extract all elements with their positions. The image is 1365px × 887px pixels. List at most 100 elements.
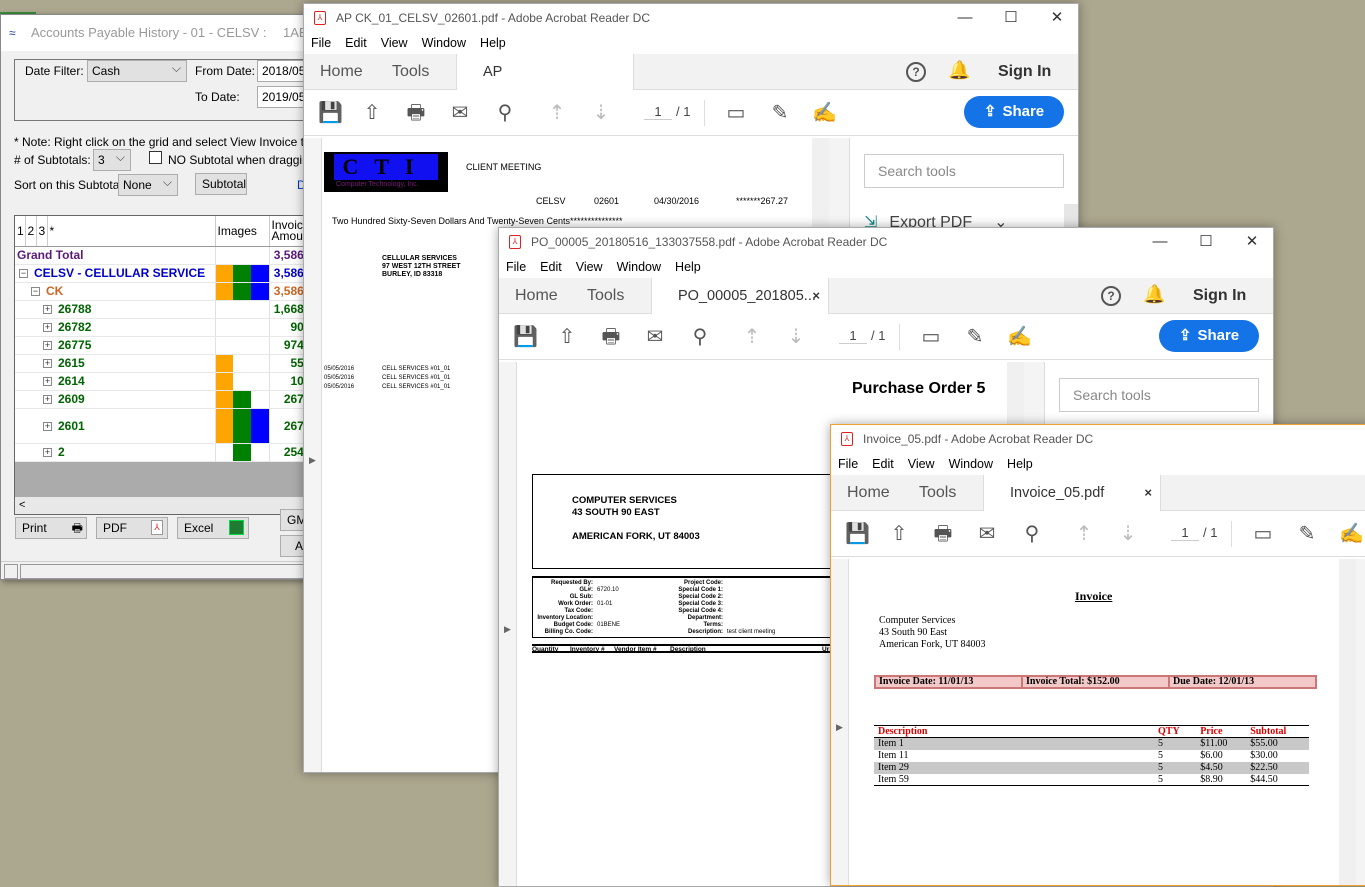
expand-icon[interactable]: +	[43, 305, 52, 315]
table-row[interactable]: +26775974.64	[15, 336, 312, 355]
green-image-indicator[interactable]	[233, 408, 251, 442]
orange-image-indicator[interactable]	[216, 301, 234, 318]
page-number-input[interactable]: 1	[1171, 525, 1199, 541]
highlight-pen-icon[interactable]: ✎	[963, 326, 987, 348]
orange-image-indicator[interactable]	[215, 264, 234, 281]
previous-page-icon[interactable]: ⇡	[545, 102, 569, 124]
orange-image-indicator[interactable]	[215, 354, 234, 371]
menu-edit[interactable]: Edit	[872, 457, 894, 471]
images-cell[interactable]	[215, 264, 270, 283]
images-cell[interactable]	[215, 246, 270, 265]
close-button[interactable]: ✕	[1229, 228, 1273, 256]
minimize-button[interactable]: —	[1137, 228, 1183, 256]
page-number-input[interactable]: 1	[839, 328, 867, 344]
green-image-indicator[interactable]	[233, 282, 251, 299]
table-row[interactable]: +2609267.27	[15, 390, 312, 409]
left-panel-toggle[interactable]: ▶	[304, 138, 322, 772]
left-panel-toggle[interactable]: ▶	[831, 559, 849, 885]
save-icon[interactable]: 💾	[513, 326, 538, 348]
images-cell[interactable]	[215, 300, 270, 319]
menu-view[interactable]: View	[908, 457, 935, 471]
date-filter-select[interactable]: Cash	[87, 58, 187, 82]
blue-image-indicator[interactable]	[251, 319, 268, 336]
images-cell[interactable]	[215, 443, 270, 462]
history-grid[interactable]: 1 2 3 * Images Invoice Amount Grand Tota…	[14, 215, 313, 515]
zoom-search-icon[interactable]: ⚲	[688, 326, 712, 348]
green-image-indicator[interactable]	[233, 355, 251, 372]
tab-tools[interactable]: Tools	[392, 54, 429, 90]
close-tab-icon[interactable]: ×	[812, 278, 820, 314]
tab-document[interactable]: PO_00005_201805... ×	[651, 278, 829, 315]
upload-cloud-icon[interactable]: ⇧	[360, 102, 384, 124]
blue-image-indicator[interactable]	[250, 282, 269, 299]
title-bar[interactable]: ⅄ PO_00005_20180516_133037558.pdf - Adobe…	[499, 228, 1273, 256]
tab-document[interactable]: AP CK_01_CELSV_0...×	[456, 54, 634, 116]
email-icon[interactable]: ✉	[643, 326, 667, 348]
sign-in-button[interactable]: Sign In	[1193, 278, 1246, 314]
blue-image-indicator[interactable]	[251, 301, 268, 318]
green-image-indicator[interactable]	[233, 373, 251, 390]
horizontal-scrollbar[interactable]: <	[15, 497, 312, 514]
pdf-button[interactable]: PDF ⅄	[96, 517, 168, 539]
menu-window[interactable]: Window	[617, 260, 661, 274]
images-cell[interactable]	[215, 282, 270, 301]
orange-image-indicator[interactable]	[216, 319, 234, 336]
close-tab-icon[interactable]: ×	[1144, 475, 1152, 511]
collapse-icon[interactable]: −	[31, 287, 40, 297]
menu-view[interactable]: View	[381, 36, 408, 50]
orange-image-indicator[interactable]	[216, 247, 234, 264]
save-icon[interactable]: 💾	[318, 102, 343, 124]
green-image-indicator[interactable]	[233, 390, 251, 407]
help-icon[interactable]: ?	[906, 62, 926, 82]
orange-image-indicator[interactable]	[215, 408, 234, 442]
search-tools-input[interactable]: Search tools	[1059, 378, 1259, 412]
sign-icon[interactable]: ✍	[812, 102, 837, 124]
tab-document[interactable]: Invoice_05.pdf ×	[983, 475, 1161, 512]
zoom-search-icon[interactable]: ⚲	[493, 102, 517, 124]
expand-icon[interactable]: +	[43, 395, 52, 405]
menu-window[interactable]: Window	[949, 457, 993, 471]
expand-panel-icon[interactable]: ▶	[309, 455, 316, 466]
table-row[interactable]: +261555.00	[15, 354, 312, 373]
blue-image-indicator[interactable]	[251, 373, 268, 390]
search-tools-input[interactable]: Search tools	[864, 154, 1064, 188]
green-image-indicator[interactable]	[233, 337, 251, 354]
close-button[interactable]: ✕	[1034, 4, 1078, 32]
menu-view[interactable]: View	[576, 260, 603, 274]
sign-icon[interactable]: ✍	[1339, 523, 1364, 545]
notifications-bell-icon[interactable]: 🔔	[1143, 284, 1165, 305]
sort-select[interactable]: None	[118, 172, 178, 196]
minimize-button[interactable]: —	[942, 4, 988, 32]
table-row[interactable]: +2678290.00	[15, 318, 312, 337]
expand-icon[interactable]: +	[43, 421, 52, 431]
tab-tools[interactable]: Tools	[587, 278, 624, 314]
title-bar[interactable]: ⅄ Invoice_05.pdf - Adobe Acrobat Reader D…	[831, 425, 1365, 453]
previous-page-icon[interactable]: ⇡	[1072, 523, 1096, 545]
col-images[interactable]: Images	[215, 216, 270, 247]
images-cell[interactable]	[215, 354, 270, 373]
maximize-button[interactable]: ☐	[988, 4, 1034, 32]
expand-icon[interactable]: +	[43, 377, 52, 387]
menu-help[interactable]: Help	[675, 260, 701, 274]
blue-image-indicator[interactable]	[251, 355, 268, 372]
tab-home[interactable]: Home	[320, 54, 363, 90]
menu-file[interactable]: File	[838, 457, 858, 471]
images-cell[interactable]	[215, 390, 270, 409]
title-bar[interactable]: ≈ Accounts Payable History - 01 - CELSV …	[1, 15, 311, 51]
col-level-1[interactable]: 1	[15, 216, 26, 247]
expand-icon[interactable]: +	[43, 359, 52, 369]
share-button[interactable]: ⇪ Share	[964, 96, 1064, 128]
orange-image-indicator[interactable]	[215, 372, 234, 389]
help-icon[interactable]: ?	[1101, 286, 1121, 306]
tab-home[interactable]: Home	[847, 475, 890, 511]
green-image-indicator[interactable]	[233, 319, 251, 336]
sign-icon[interactable]: ✍	[1007, 326, 1032, 348]
images-cell[interactable]	[215, 372, 270, 391]
menu-file[interactable]: File	[311, 36, 331, 50]
table-row[interactable]: −CK3,586.18	[15, 282, 312, 301]
highlight-pen-icon[interactable]: ✎	[1295, 523, 1319, 545]
zoom-search-icon[interactable]: ⚲	[1020, 523, 1044, 545]
col-level-2[interactable]: 2	[25, 216, 37, 247]
vertical-scrollbar[interactable]	[1339, 559, 1356, 885]
email-icon[interactable]: ✉	[448, 102, 472, 124]
